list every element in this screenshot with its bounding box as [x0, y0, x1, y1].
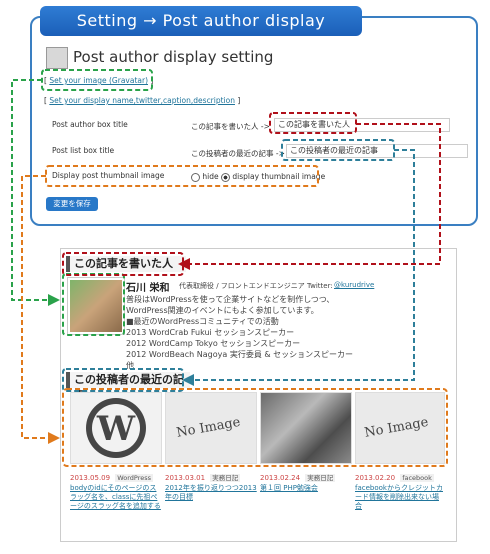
annotation-overlay — [11, 69, 448, 467]
red-connector — [178, 123, 441, 270]
author-heading-highlight — [62, 252, 184, 276]
recent-heading-highlight — [62, 368, 184, 392]
thumbnails-highlight — [62, 388, 448, 467]
green-connector — [11, 79, 60, 306]
orange-connector — [21, 175, 60, 444]
gravatar-highlight — [41, 69, 153, 91]
list-title-highlight — [281, 139, 395, 161]
avatar-highlight — [62, 273, 125, 336]
author-title-highlight — [269, 112, 357, 134]
thumb-option-highlight — [45, 165, 319, 187]
